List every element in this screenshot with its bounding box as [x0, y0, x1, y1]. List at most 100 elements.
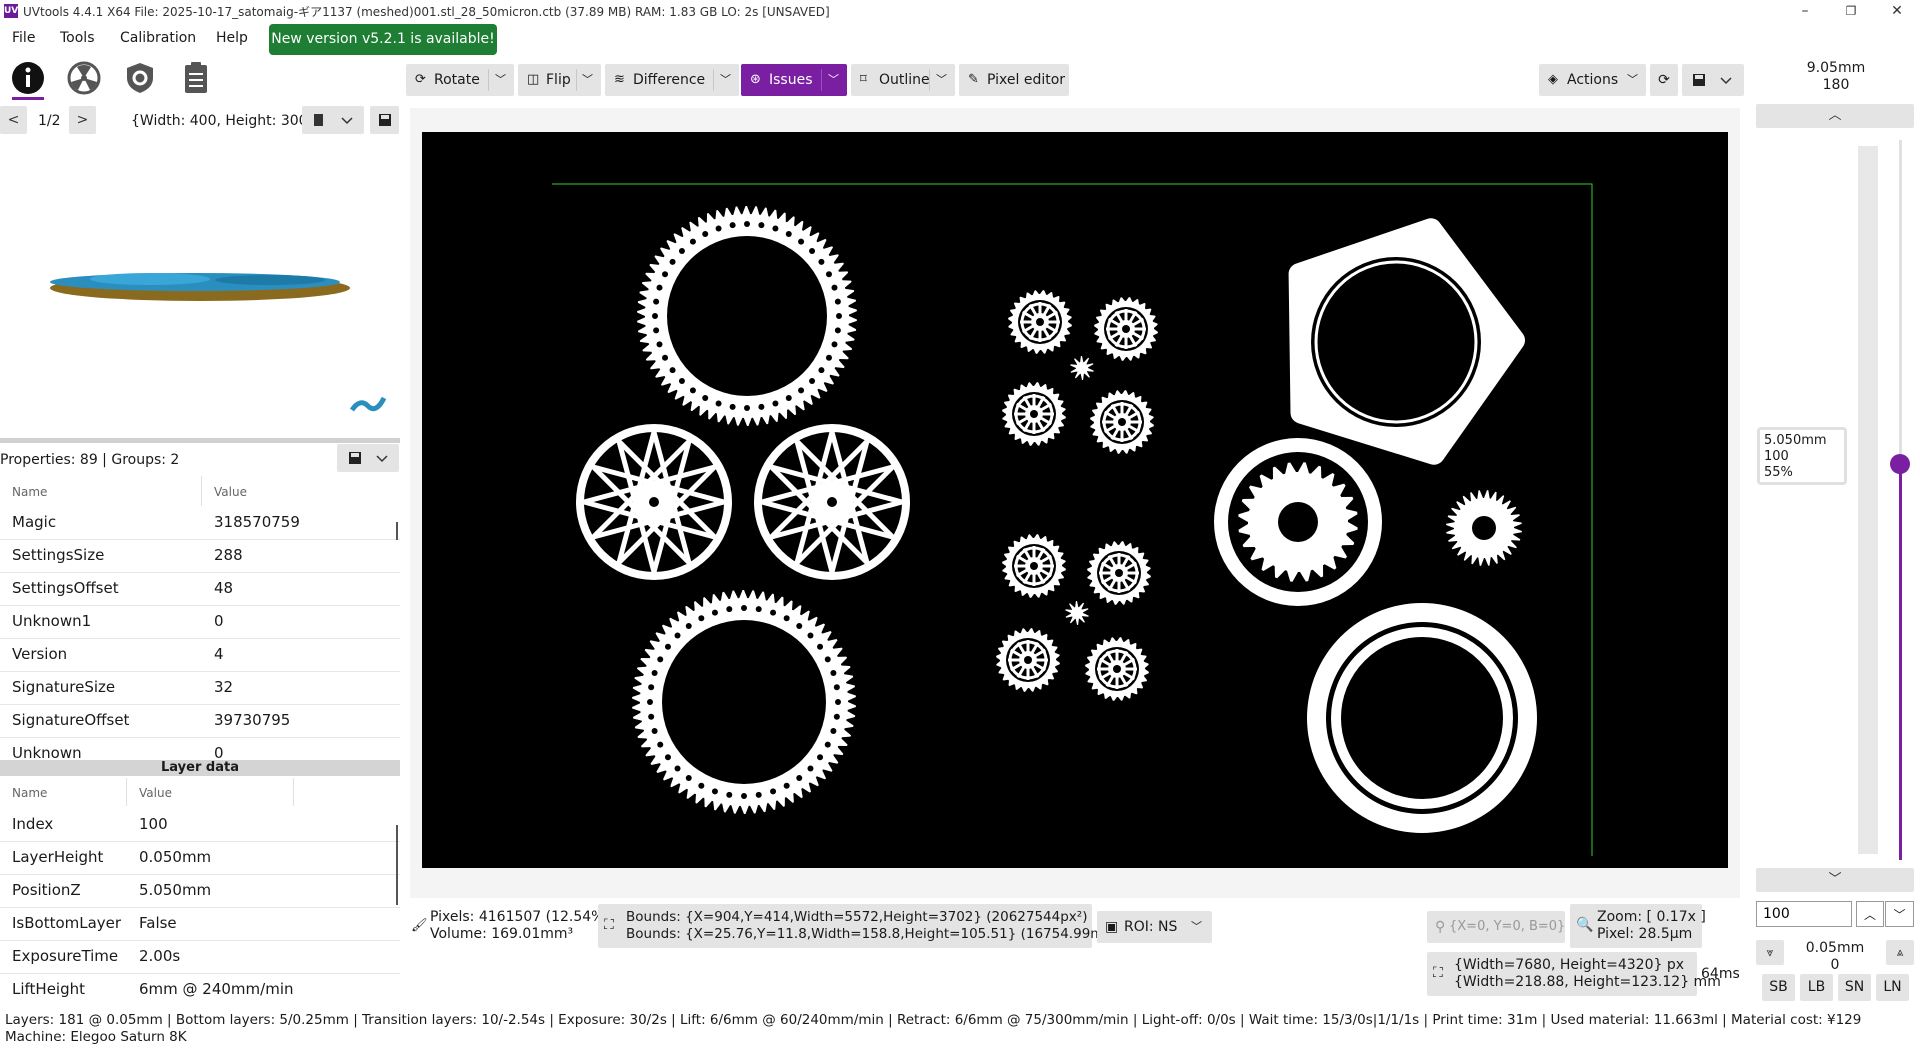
layer-down-button[interactable]: ﹀ [1756, 868, 1914, 892]
pixel-picker[interactable]: ⚲ {X=0, Y=0, B=0} [1427, 911, 1565, 943]
table-row[interactable]: LayerHeight 0.050mm [0, 841, 400, 875]
gear-hole [825, 271, 832, 278]
layer-image-canvas[interactable] [422, 132, 1728, 868]
save-properties-button[interactable] [337, 444, 399, 472]
table-row[interactable]: PositionZ 5.050mm [0, 874, 400, 908]
chevron-down-icon[interactable]: ﹀ [1627, 64, 1638, 96]
layer-data-table[interactable]: Index 100 LayerHeight 0.050mm PositionZ 5.0… [0, 808, 400, 1006]
properties-scrollbar[interactable] [396, 522, 398, 540]
close-button[interactable]: ✕ [1874, 0, 1920, 22]
layer-slider-track[interactable] [1890, 140, 1910, 860]
gear-hole [825, 354, 832, 361]
radiation-icon[interactable] [66, 60, 102, 96]
update-available-button[interactable]: New version v5.2.1 is available! [269, 24, 497, 55]
pixel-editor-label: Pixel editor [987, 72, 1066, 88]
refresh-button[interactable]: ⟳ [1650, 64, 1678, 96]
table-row[interactable]: ExposureTime 2.00s [0, 940, 400, 974]
table-row[interactable]: SettingsOffset 48 [0, 572, 400, 606]
gear-hole [833, 684, 840, 691]
gear-hole [651, 728, 658, 735]
gear-hole [662, 354, 669, 361]
layer-slider-fill [1899, 464, 1902, 860]
last-layer-button[interactable]: ⩓ [1886, 940, 1914, 965]
menu-calibration[interactable]: Calibration [120, 30, 196, 46]
information-icon[interactable] [10, 60, 46, 96]
property-name: SignatureSize [12, 678, 116, 696]
table-row[interactable]: SettingsSize 288 [0, 539, 400, 573]
maximize-button[interactable]: ❐ [1828, 0, 1874, 22]
layer-up-button[interactable]: ︿ [1756, 104, 1914, 128]
difference-button[interactable]: ≋ Difference ﹀ [605, 64, 739, 96]
roi-button[interactable]: ▣ ROI: NS ﹀ [1097, 911, 1212, 943]
property-name: Unknown1 [12, 612, 92, 630]
table-row[interactable]: Magic 318570759 [0, 506, 400, 540]
table-row[interactable]: SignatureOffset 39730795 [0, 704, 400, 738]
gear-hole [651, 669, 658, 676]
clipboard-icon[interactable] [178, 60, 214, 96]
table-row[interactable]: LiftHeight 6mm @ 240mm/min [0, 973, 400, 1006]
first-layer-button[interactable]: ⩔ [1756, 940, 1784, 965]
pixel-editor-button[interactable]: ✎ Pixel editor [959, 64, 1069, 96]
sb-button[interactable]: SB [1762, 974, 1795, 1001]
thumbnail-prev-button[interactable]: < [0, 106, 27, 134]
ln-button[interactable]: LN [1876, 974, 1909, 1001]
rotate-button[interactable]: ⟳ Rotate ﹀ [406, 64, 514, 96]
sn-button[interactable]: SN [1838, 974, 1871, 1001]
table-row[interactable]: Index 100 [0, 808, 400, 842]
chevron-down-icon[interactable]: ﹀ [582, 64, 593, 96]
chevron-down-icon[interactable]: ﹀ [720, 64, 731, 96]
thumbnail-next-button[interactable]: > [69, 106, 96, 134]
gear-hole [783, 782, 790, 789]
resolution-info[interactable]: ⛶ {Width=7680, Height=4320} px {Width=21… [1427, 952, 1721, 996]
shield-gear-icon[interactable] [122, 60, 158, 96]
actions-button[interactable]: ◈ Actions ﹀ [1539, 64, 1646, 96]
layer-prop-value: 5.050mm [139, 881, 212, 899]
chevron-down-icon[interactable]: ﹀ [936, 64, 947, 96]
table-row[interactable]: SignatureSize 32 [0, 671, 400, 705]
gear-hole [741, 605, 747, 611]
outline-button[interactable]: ⌑ Outline ﹀ [851, 64, 955, 96]
layer-data-scrollbar[interactable] [396, 825, 398, 905]
table-row[interactable]: Version 4 [0, 638, 400, 672]
layer-number-input[interactable] [1756, 901, 1852, 927]
chevron-down-icon[interactable]: ﹀ [828, 64, 839, 96]
gear-hole [834, 327, 841, 334]
table-row[interactable]: Unknown 0 [0, 737, 400, 762]
save-layer-button[interactable] [1682, 64, 1744, 96]
flip-icon: ◫ [527, 72, 540, 87]
double-chevron-up-icon: ⩓ [1896, 945, 1904, 959]
chevron-down-icon[interactable]: ﹀ [495, 64, 506, 96]
bounds-info[interactable]: ⛶ Bounds: {X=904,Y=414,Width=5572,Height… [598, 904, 1127, 948]
save-thumbnail-button[interactable] [370, 106, 399, 134]
menu-file[interactable]: File [12, 30, 35, 46]
panel-splitter[interactable] [0, 438, 400, 443]
layer-slider-thumb[interactable] [1890, 454, 1910, 474]
gear-hole [1326, 622, 1518, 814]
table-row[interactable]: Unknown1 0 [0, 605, 400, 639]
issues-button[interactable]: ⊛ Issues ﹀ [741, 64, 847, 96]
layer-increment-button[interactable]: ︿ [1856, 901, 1884, 927]
gear-hole [818, 258, 825, 265]
gear-hole [807, 632, 814, 639]
menu-help[interactable]: Help [216, 30, 248, 46]
gear-hole [785, 394, 792, 401]
gear-hole [685, 622, 692, 629]
menu-tools[interactable]: Tools [60, 30, 95, 46]
lb-button[interactable]: LB [1800, 974, 1833, 1001]
flip-button[interactable]: ◫ Flip ﹀ [518, 64, 601, 96]
gear-hole [698, 782, 705, 789]
gear-hole [1278, 502, 1318, 542]
tooltip-height: 5.050mm [1764, 433, 1827, 448]
chevron-down-icon: ﹀ [1191, 920, 1202, 933]
brush-icon: 🖌 [411, 918, 428, 933]
export-thumbnail-button[interactable] [302, 106, 364, 134]
properties-table[interactable]: Magic 318570759 SettingsSize 288 SettingsO… [0, 506, 400, 762]
table-row[interactable]: IsBottomLayer False [0, 907, 400, 941]
minimize-button[interactable]: – [1782, 0, 1828, 22]
zoom-info[interactable]: 🔍 Zoom: [ 0.17x ] Pixel: 28.5µm [1570, 904, 1706, 948]
gear-hole [678, 247, 685, 254]
layer-decrement-button[interactable]: ﹀ [1885, 901, 1914, 927]
gear-hole [726, 791, 733, 798]
chevron-down-icon: ﹀ [1893, 908, 1906, 922]
split-divider [713, 69, 714, 91]
